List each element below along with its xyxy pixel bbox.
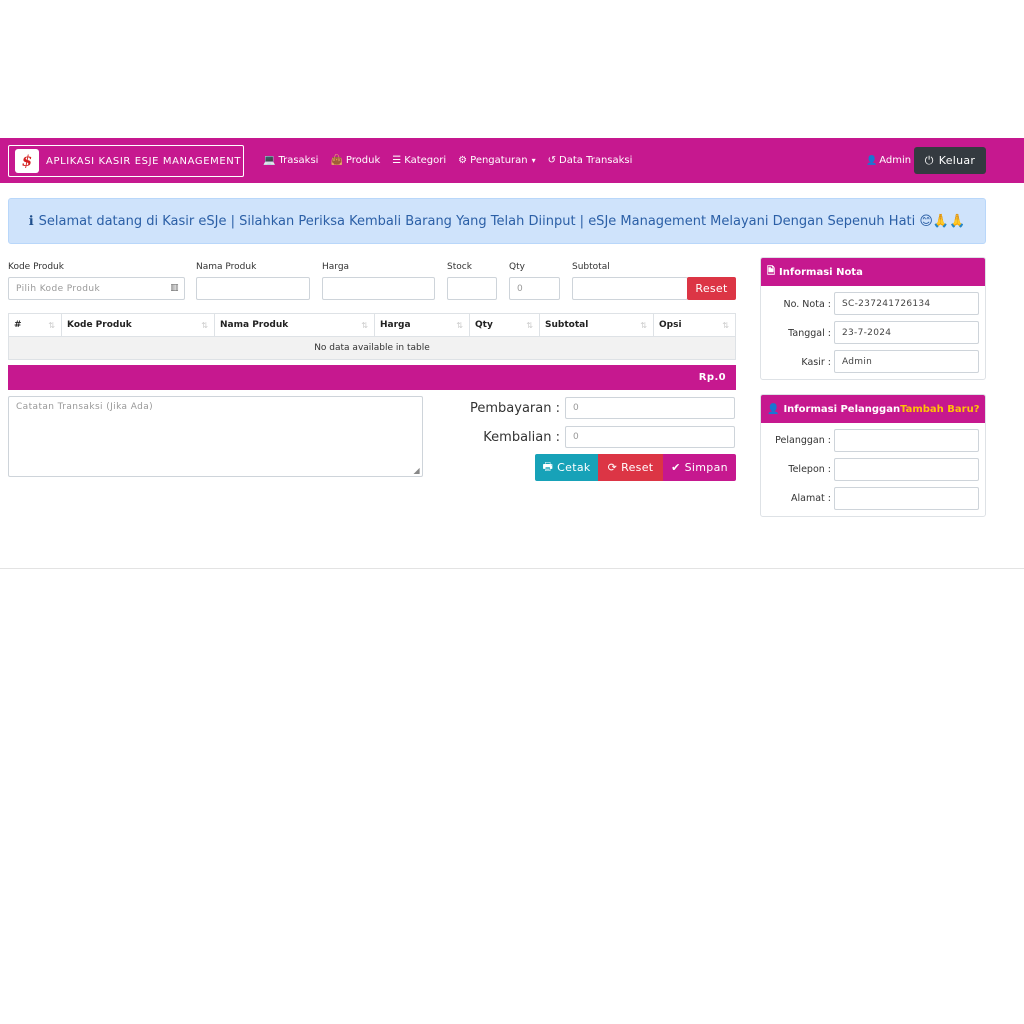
customer-name-label: Pelanggan :: [775, 435, 831, 446]
date-label: Tanggal :: [788, 328, 831, 339]
harga-label: Harga: [322, 262, 350, 272]
nama-produk-label: Nama Produk: [196, 262, 257, 272]
kode-produk-placeholder: Pilih Kode Produk: [16, 283, 101, 294]
nav-item-transaksi[interactable]: 💻 Trasaksi: [263, 155, 318, 166]
resize-handle-icon[interactable]: ◢: [413, 466, 420, 475]
welcome-alert: ℹ Selamat datang di Kasir eSJe | Silahka…: [8, 198, 986, 244]
subtotal-field[interactable]: [572, 277, 688, 300]
reset-label: Reset: [621, 461, 654, 474]
reset-item-button[interactable]: Reset: [687, 277, 736, 300]
brand-title: APLIKASI KASIR ESJE MANAGEMENT: [46, 155, 242, 167]
nav-item-label: Trasaksi: [278, 155, 319, 166]
history-icon: ↺: [547, 155, 557, 166]
cart-table-header: # ⇅ Kode Produk ⇅ Nama Produk ⇅ Harga ⇅ Qty ⇅…: [8, 313, 736, 337]
kode-produk-label: Kode Produk: [8, 262, 64, 272]
nav-item-label: Produk: [345, 155, 381, 166]
brand-logo-icon: $: [15, 149, 39, 173]
pembayaran-label: Pembayaran :: [470, 401, 560, 416]
column-header[interactable]: Harga ⇅: [375, 314, 470, 336]
check-circle-icon: ✔: [671, 461, 681, 474]
kembalian-field[interactable]: 0: [565, 426, 735, 448]
chevron-down-icon: ▾: [531, 156, 536, 165]
note-placeholder: Catatan Transaksi (Jika Ada): [16, 402, 154, 412]
logout-label: Keluar: [938, 154, 976, 167]
pembayaran-field[interactable]: 0: [565, 397, 735, 419]
add-customer-link[interactable]: Tambah Baru?: [900, 404, 979, 415]
table-empty-row: No data available in table: [8, 337, 736, 360]
user-name: Admin: [879, 155, 912, 166]
power-icon: ⏻: [924, 153, 934, 167]
user-icon: 👤: [767, 403, 780, 415]
sort-icon: ⇅: [456, 321, 463, 330]
grand-total-value: Rp.0: [698, 372, 726, 383]
address-label: Alamat :: [791, 493, 831, 504]
invoice-number-label: No. Nota :: [783, 299, 831, 310]
user-icon: 👤: [866, 155, 878, 166]
kembalian-label: Kembalian :: [483, 430, 560, 445]
column-header[interactable]: Qty ⇅: [470, 314, 540, 336]
print-button[interactable]: 🖶 Cetak: [535, 454, 598, 481]
footer-divider: [0, 568, 1024, 569]
print-icon: 🖶: [542, 460, 554, 473]
barcode-icon[interactable]: ▥: [170, 283, 179, 293]
nav-item-kategori[interactable]: ☰ Kategori: [392, 155, 446, 166]
laptop-icon: 💻: [263, 155, 276, 166]
shopping-bag-icon: 👜: [330, 155, 343, 166]
nav-item-label: Kategori: [404, 155, 447, 166]
cogs-icon: ⚙: [458, 155, 468, 166]
column-header[interactable]: Nama Produk ⇅: [215, 314, 375, 336]
print-label: Cetak: [557, 461, 591, 474]
nama-produk-field[interactable]: [196, 277, 310, 300]
harga-field[interactable]: [322, 277, 435, 300]
info-icon: ℹ: [28, 213, 34, 229]
invoice-number-field: SC-237241726134: [834, 292, 979, 315]
customer-card-title: Informasi Pelanggan: [783, 403, 901, 415]
customer-name-field[interactable]: [834, 429, 979, 452]
sort-icon: ⇅: [526, 321, 533, 330]
subtotal-label: Subtotal: [572, 262, 610, 272]
qty-field[interactable]: 0: [509, 277, 560, 300]
cashier-field: Admin: [834, 350, 979, 373]
address-field[interactable]: [834, 487, 979, 510]
invoice-card-title: Informasi Nota: [779, 266, 863, 278]
phone-field[interactable]: [834, 458, 979, 481]
nav-item-label: Data Transaksi: [559, 155, 633, 166]
phone-label: Telepon :: [788, 464, 831, 475]
brand-link[interactable]: $ APLIKASI KASIR ESJE MANAGEMENT: [8, 145, 244, 177]
user-menu[interactable]: 👤 Admin: [866, 138, 911, 183]
welcome-text: Selamat datang di Kasir eSJe | Silahkan …: [38, 213, 966, 229]
nav-item-data-transaksi[interactable]: ↺ Data Transaksi: [548, 155, 633, 166]
stock-field[interactable]: [447, 277, 497, 300]
save-button[interactable]: ✔ Simpan: [663, 454, 736, 481]
nav-menu: 💻 Trasaksi 👜 Produk ☰ Kategori ⚙ Pengatu…: [263, 138, 644, 183]
list-icon: ☰: [392, 155, 402, 166]
kode-produk-select[interactable]: Pilih Kode Produk ▥: [8, 277, 185, 300]
top-navbar: $ APLIKASI KASIR ESJE MANAGEMENT 💻 Trasa…: [0, 138, 1024, 183]
invoice-card-header: 🗎 Informasi Nota: [761, 258, 985, 286]
save-label: Simpan: [684, 461, 728, 474]
column-header[interactable]: Subtotal ⇅: [540, 314, 654, 336]
nav-item-label: Pengaturan: [470, 155, 528, 166]
column-header[interactable]: Kode Produk ⇅: [62, 314, 215, 336]
stock-label: Stock: [447, 262, 472, 272]
grand-total-bar: Rp.0: [8, 365, 736, 390]
refresh-icon: ⟳: [607, 461, 618, 474]
nav-item-pengaturan[interactable]: ⚙ Pengaturan ▾: [458, 155, 535, 166]
sort-icon: ⇅: [201, 321, 208, 330]
reset-transaction-button[interactable]: ⟳ Reset: [598, 454, 663, 481]
sort-icon: ⇅: [361, 321, 368, 330]
nav-item-produk[interactable]: 👜 Produk: [330, 155, 380, 166]
qty-label: Qty: [509, 262, 525, 272]
column-header[interactable]: # ⇅: [9, 314, 62, 336]
transaction-note-textarea[interactable]: Catatan Transaksi (Jika Ada) ◢: [8, 396, 423, 477]
file-icon: 🗎: [767, 265, 776, 277]
logout-button[interactable]: ⏻ Keluar: [914, 147, 986, 174]
column-header[interactable]: Opsi ⇅: [654, 314, 735, 336]
customer-card-header: 👤 Informasi Pelanggan Tambah Baru?: [761, 395, 985, 423]
date-field: 23-7-2024: [834, 321, 979, 344]
sort-icon: ⇅: [722, 321, 729, 330]
sort-icon: ⇅: [640, 321, 647, 330]
cashier-label: Kasir :: [801, 357, 831, 368]
sort-icon: ⇅: [48, 321, 55, 330]
